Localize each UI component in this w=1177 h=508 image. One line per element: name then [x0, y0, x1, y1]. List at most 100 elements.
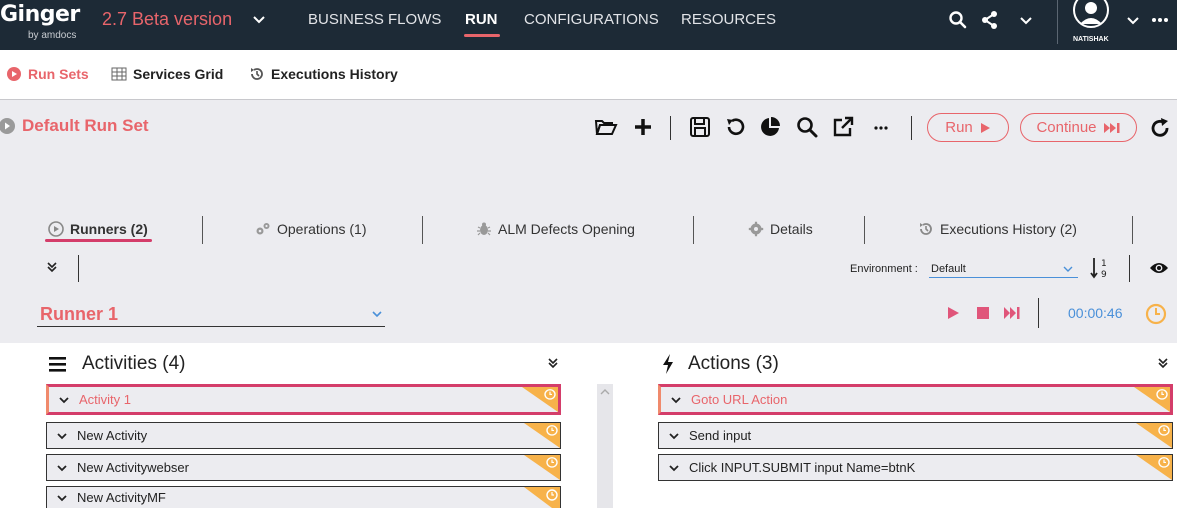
- fast-forward-icon: [1103, 122, 1120, 133]
- user-name: NATISHAK: [1073, 36, 1109, 43]
- pie-chart-icon[interactable]: [758, 115, 782, 139]
- continue-button[interactable]: Continue: [1020, 113, 1137, 142]
- chevron-down-icon[interactable]: [250, 10, 268, 28]
- subnav-executions-history[interactable]: Executions History: [249, 66, 398, 82]
- add-icon[interactable]: [631, 115, 655, 139]
- stop-icon[interactable]: [975, 305, 991, 321]
- activity-item[interactable]: New Activitywebser: [46, 454, 561, 481]
- chevron-down-icon[interactable]: [1016, 10, 1036, 30]
- nav-business-flows[interactable]: BUSINESS FLOWS: [308, 11, 441, 28]
- activities-title-label: Activities (4): [82, 353, 186, 374]
- refresh-icon[interactable]: [1148, 116, 1172, 140]
- nav-run[interactable]: RUN: [465, 11, 498, 28]
- play-icon[interactable]: [945, 305, 961, 321]
- top-bar: Ginger by amdocs 2.7 Beta version BUSINE…: [0, 0, 1177, 50]
- chevron-down-icon[interactable]: [1123, 10, 1143, 30]
- action-item-label: Send input: [689, 428, 752, 443]
- tab-active-underline: [45, 239, 152, 242]
- activities-scrollbar[interactable]: [597, 384, 613, 508]
- history-icon: [251, 68, 263, 80]
- clock-icon: [1145, 303, 1167, 325]
- status-pending-icon: [1134, 387, 1170, 412]
- tab-runners[interactable]: Runners (2): [48, 221, 148, 237]
- tab-separator: [202, 216, 203, 244]
- status-pending-icon: [524, 487, 560, 508]
- sort-numeric-icon[interactable]: 19: [1090, 256, 1112, 280]
- play-circle-icon: [7, 67, 21, 81]
- action-item[interactable]: Click INPUT.SUBMIT input Name=btnK: [658, 454, 1173, 481]
- tab-executions-history[interactable]: Executions History (2): [918, 221, 1077, 237]
- nav-configurations[interactable]: CONFIGURATIONS: [524, 11, 659, 28]
- share-icon[interactable]: [980, 10, 1000, 30]
- tab-separator: [422, 216, 423, 244]
- more-icon[interactable]: [869, 115, 893, 139]
- toolbar-separator: [1038, 298, 1039, 328]
- subnav-services-grid-label: Services Grid: [133, 66, 224, 82]
- runner-select-underline: [37, 326, 385, 327]
- toolbar-separator: [78, 255, 79, 282]
- nav-active-underline: [464, 34, 500, 37]
- tab-operations-label: Operations (1): [277, 221, 367, 237]
- tab-alm-defects[interactable]: ALM Defects Opening: [476, 221, 635, 237]
- svg-text:1: 1: [1101, 259, 1107, 269]
- action-item-label: Click INPUT.SUBMIT input Name=btnK: [689, 460, 916, 475]
- search-icon[interactable]: [948, 10, 968, 30]
- chevron-down-icon: [57, 432, 67, 439]
- app-logo[interactable]: Ginger by amdocs: [0, 2, 80, 41]
- double-chevron-down-icon[interactable]: [1156, 356, 1170, 370]
- subnav-services-grid[interactable]: Services Grid: [111, 66, 223, 82]
- undo-icon[interactable]: [724, 115, 748, 139]
- activity-item-label: New Activity: [77, 428, 148, 443]
- environment-select[interactable]: Default: [929, 260, 1078, 278]
- more-icon[interactable]: [1150, 10, 1170, 30]
- action-item[interactable]: Send input: [658, 422, 1173, 449]
- status-pending-icon: [524, 423, 560, 448]
- version-label[interactable]: 2.7 Beta version: [102, 9, 232, 30]
- activity-item-label: New ActivityMF: [77, 490, 166, 505]
- chevron-down-icon: [57, 494, 67, 501]
- environment-value: Default: [931, 263, 966, 275]
- history-icon: [920, 223, 932, 235]
- fast-forward-icon[interactable]: [1003, 305, 1021, 321]
- search-icon[interactable]: [795, 115, 819, 139]
- folder-open-icon[interactable]: [594, 115, 618, 139]
- activity-item[interactable]: New Activity: [46, 422, 561, 449]
- run-button-label: Run: [945, 119, 973, 136]
- double-chevron-down-icon[interactable]: [546, 356, 560, 370]
- chevron-down-icon[interactable]: [370, 307, 384, 321]
- tab-details[interactable]: Details: [748, 221, 813, 237]
- activity-item[interactable]: Activity 1: [46, 384, 561, 415]
- tab-runners-label: Runners (2): [70, 221, 148, 237]
- subnav-executions-history-label: Executions History: [271, 66, 398, 82]
- chevron-up-icon[interactable]: [600, 388, 610, 396]
- chevron-down-icon: [669, 464, 679, 471]
- action-item[interactable]: Goto URL Action: [658, 384, 1173, 415]
- toolbar-separator: [1129, 255, 1130, 282]
- external-link-icon[interactable]: [831, 115, 855, 139]
- chevron-down-icon: [671, 396, 681, 403]
- status-pending-icon: [524, 455, 560, 480]
- actions-title-label: Actions (3): [688, 353, 779, 374]
- gears-icon: [256, 223, 270, 235]
- subnav-run-sets[interactable]: Run Sets: [6, 66, 89, 82]
- logo-text: Ginger: [0, 2, 80, 27]
- chevron-down-icon: [1063, 266, 1073, 272]
- play-icon: [980, 122, 990, 133]
- double-chevron-down-icon[interactable]: [45, 260, 59, 274]
- tab-operations[interactable]: Operations (1): [255, 221, 366, 237]
- eye-icon[interactable]: [1149, 260, 1169, 276]
- runner-name[interactable]: Runner 1: [40, 304, 118, 325]
- sub-navigation-bar: Run Sets Services Grid Executions Histor…: [0, 50, 1177, 100]
- runset-title-label: Default Run Set: [22, 116, 149, 135]
- play-circle-icon: [0, 118, 15, 134]
- status-pending-icon: [1136, 455, 1172, 480]
- nav-resources[interactable]: RESOURCES: [681, 11, 776, 28]
- svg-text:9: 9: [1101, 270, 1107, 280]
- activity-item[interactable]: New ActivityMF: [46, 486, 561, 508]
- save-icon[interactable]: [688, 115, 712, 139]
- status-pending-icon: [522, 387, 558, 412]
- actions-title: Actions (3): [662, 353, 779, 375]
- user-avatar-icon[interactable]: [1070, 0, 1112, 32]
- run-button[interactable]: Run: [927, 113, 1009, 142]
- logo-subtitle: by amdocs: [28, 30, 77, 41]
